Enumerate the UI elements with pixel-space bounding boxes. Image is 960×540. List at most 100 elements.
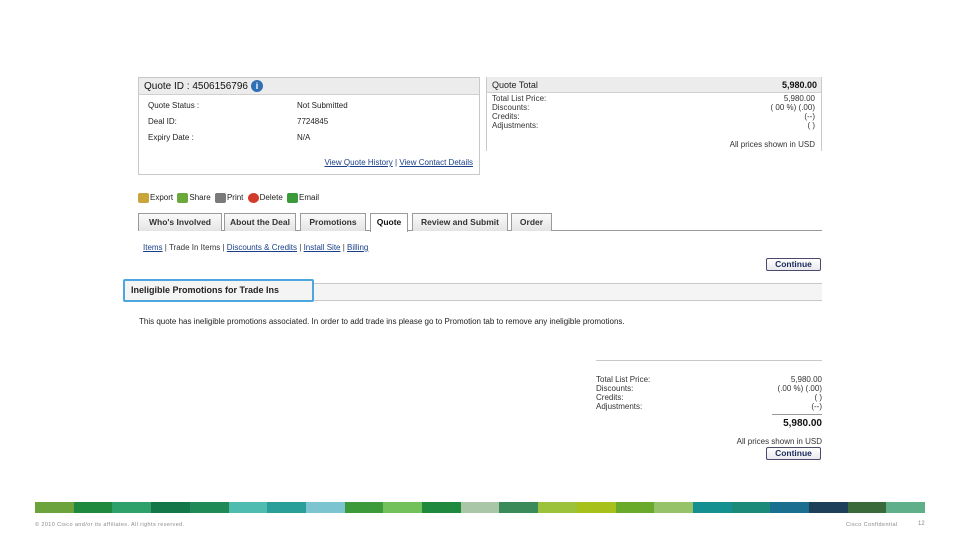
tab-whos-involved[interactable]: Who's Involved — [138, 213, 222, 231]
quote-total-header: Quote Total 5,980.00 — [487, 77, 821, 93]
summary-discounts-value: (.00 %) (.00) — [777, 384, 822, 393]
stripe-segment — [886, 502, 926, 513]
stripe-segment — [576, 502, 616, 513]
summary-list-price-value: 5,980.00 — [790, 375, 822, 384]
deal-id-label: Deal ID: — [148, 117, 177, 126]
email-label: Email — [299, 193, 320, 203]
export-button[interactable]: Export — [138, 193, 173, 203]
email-button[interactable]: Email — [287, 193, 319, 203]
total-list-price-label: Total List Price: — [492, 94, 547, 103]
stripe-segment — [112, 502, 152, 513]
share-button[interactable]: Share — [177, 193, 211, 203]
stripe-segment — [344, 502, 384, 513]
price-summary: Total List Price: 5,980.00 Discounts: (.… — [596, 360, 822, 446]
stripe-segment — [189, 502, 229, 513]
items-link[interactable]: Items — [143, 243, 163, 252]
stripe-segment — [305, 502, 345, 513]
page-number: 12 — [918, 521, 925, 527]
adjustments-label: Adjustments: — [492, 121, 539, 130]
stripe-segment — [692, 502, 732, 513]
delete-button[interactable]: Delete — [247, 193, 283, 203]
quote-id-title: Quote ID : 4506156796 — [144, 81, 248, 92]
link-separator: | — [395, 158, 398, 167]
stripe-segment — [731, 502, 771, 513]
summary-adjustments-row: Adjustments: (--) — [596, 402, 822, 412]
trade-in-items-current: Trade In Items — [168, 243, 221, 252]
adjustments-row: Adjustments: ( ) — [492, 121, 815, 131]
ineligible-promotions-title: Ineligible Promotions for Trade Ins — [123, 279, 314, 302]
install-site-link[interactable]: Install Site — [304, 243, 341, 252]
delete-label: Delete — [259, 193, 283, 203]
stripe-segment — [538, 502, 577, 513]
billing-link[interactable]: Billing — [347, 243, 368, 252]
info-icon[interactable]: i — [250, 80, 263, 93]
stripe-segment — [35, 502, 74, 513]
confidential-text: Cisco Confidential — [846, 522, 898, 528]
summary-total: 5,980.00 — [783, 418, 822, 429]
summary-discounts-label: Discounts: — [596, 384, 634, 393]
stripe-segment — [460, 502, 500, 513]
deal-id-value: 7724845 — [297, 117, 329, 126]
quote-total-panel: Quote Total 5,980.00 Total List Price: 5… — [486, 77, 822, 151]
stripe-segment — [847, 502, 887, 513]
discounts-label: Discounts: — [492, 103, 530, 112]
credits-label: Credits: — [492, 112, 520, 121]
export-icon — [138, 193, 149, 203]
credits-value: (--) — [804, 112, 815, 121]
quote-status-label: Quote Status : — [148, 101, 200, 110]
tab-promotions[interactable]: Promotions — [300, 213, 366, 231]
tab-bar: Who's Involved About the Deal Promotions… — [138, 213, 822, 232]
total-list-price-value: 5,980.00 — [783, 94, 815, 103]
continue-button-top[interactable]: Continue — [766, 258, 821, 271]
discounts-credits-link[interactable]: Discounts & Credits — [227, 243, 297, 252]
view-quote-history-link[interactable]: View Quote History — [324, 158, 392, 167]
stripe-segment — [383, 502, 423, 513]
copyright-text: © 2010 Cisco and/or its affiliates. All … — [35, 522, 185, 528]
print-icon — [214, 193, 226, 203]
quote-info-panel: Quote ID : 4506156796 i Quote Status : No… — [138, 77, 480, 175]
summary-adjustments-label: Adjustments: — [596, 402, 643, 411]
email-icon — [287, 193, 298, 203]
summary-credits-value: ( ) — [814, 393, 822, 402]
summary-list-price-label: Total List Price: — [596, 375, 651, 384]
share-label: Share — [189, 193, 211, 203]
stripe-segment — [73, 502, 113, 513]
export-label: Export — [150, 193, 174, 203]
ineligible-message: This quote has ineligible promotions ass… — [139, 317, 625, 326]
summary-divider — [772, 414, 822, 415]
quote-total-amount: 5,980.00 — [781, 80, 817, 90]
action-toolbar: Export Share Print Delete Email — [138, 193, 321, 207]
stripe-segment — [422, 502, 461, 513]
view-contact-details-link[interactable]: View Contact Details — [399, 158, 473, 167]
quote-id-header: Quote ID : 4506156796 i — [139, 78, 479, 95]
stripe-segment — [228, 502, 268, 513]
delete-icon — [247, 193, 259, 203]
print-label: Print — [226, 193, 244, 203]
quote-subnav: Items | Trade In Items | Discounts & Cre… — [143, 243, 368, 252]
stripe-segment — [267, 502, 306, 513]
quote-total-title: Quote Total — [492, 80, 538, 90]
quote-status-value: Not Submitted — [297, 101, 348, 110]
expiry-date-label: Expiry Date : — [148, 133, 194, 142]
tab-quote[interactable]: Quote — [370, 213, 408, 232]
stripe-segment — [615, 502, 655, 513]
tab-about-the-deal[interactable]: About the Deal — [224, 213, 296, 231]
print-button[interactable]: Print — [214, 193, 244, 203]
stripe-segment — [654, 502, 693, 513]
summary-currency-note: All prices shown in USD — [736, 437, 822, 446]
adjustments-value: ( ) — [807, 121, 815, 130]
continue-button-bottom[interactable]: Continue — [766, 447, 821, 460]
expiry-date-value: N/A — [297, 133, 311, 142]
share-icon — [177, 193, 189, 203]
quote-links: View Quote History | View Contact Detail… — [324, 158, 473, 167]
currency-note: All prices shown in USD — [729, 140, 815, 149]
subnav-separator: | — [164, 243, 167, 252]
subnav-separator: | — [342, 243, 345, 252]
subnav-separator: | — [299, 243, 302, 252]
footer-color-stripe — [35, 502, 926, 513]
summary-credits-label: Credits: — [596, 393, 624, 402]
tab-order[interactable]: Order — [511, 213, 552, 231]
tab-review-and-submit[interactable]: Review and Submit — [412, 213, 508, 231]
subnav-separator: | — [222, 243, 225, 252]
stripe-segment — [809, 502, 848, 513]
